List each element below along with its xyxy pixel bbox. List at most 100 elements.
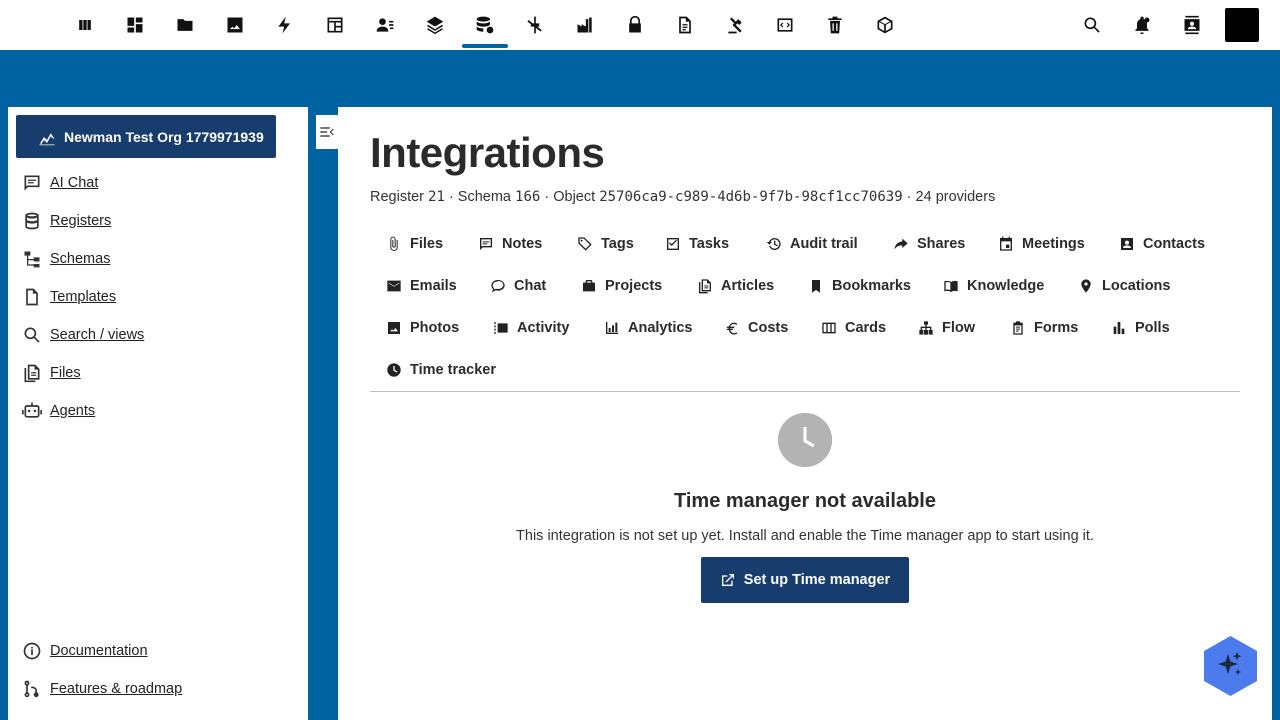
- empty-state-description: This integration is not set up yet. Inst…: [516, 528, 1094, 544]
- checkbox-icon: [667, 238, 679, 250]
- sidebar-item-schemas[interactable]: Schemas: [22, 247, 110, 271]
- sidebar-item-search-views[interactable]: Search / views: [22, 323, 144, 347]
- tab-time-tracker[interactable]: Time tracker: [386, 357, 496, 383]
- tab-notes[interactable]: Notes: [478, 231, 542, 257]
- collapse-menu-icon: [320, 127, 334, 137]
- sidebar-item-features-roadmap[interactable]: Features & roadmap: [22, 677, 182, 701]
- notifications-icon[interactable]: [1121, 0, 1163, 50]
- document-icon[interactable]: [662, 0, 708, 50]
- sidebar-item-registers[interactable]: Registers: [22, 209, 111, 233]
- file-icon: [26, 288, 38, 306]
- info-icon: [23, 642, 41, 660]
- sidebar-item-templates[interactable]: Templates: [22, 285, 116, 309]
- tab-projects[interactable]: Projects: [581, 273, 662, 299]
- tab-contacts[interactable]: Contacts: [1119, 231, 1205, 257]
- setup-time-manager-button[interactable]: Set up Time manager: [701, 557, 909, 603]
- tab-label: Files: [410, 236, 444, 252]
- collapse-sidebar-button[interactable]: [316, 115, 338, 149]
- sidebar-item-agents[interactable]: Agents: [22, 399, 95, 423]
- tab-forms[interactable]: Forms: [1010, 315, 1078, 341]
- register-label: Register: [370, 189, 424, 205]
- tab-emails[interactable]: Emails: [386, 273, 457, 299]
- sidebar-item-label: Features & roadmap: [50, 681, 183, 697]
- tab-label: Contacts: [1143, 236, 1206, 252]
- org-switcher-button[interactable]: Newman Test Org 1779971939: [16, 115, 276, 158]
- image-icon[interactable]: [212, 0, 258, 50]
- tab-bookmarks[interactable]: Bookmarks: [808, 273, 911, 299]
- layers-icon[interactable]: [412, 0, 458, 50]
- sidebar-item-documentation[interactable]: Documentation: [22, 639, 148, 663]
- book-icon: [944, 280, 958, 292]
- photo-icon: [388, 322, 400, 334]
- robot-icon: [22, 402, 42, 418]
- bar-chart-icon: [606, 322, 618, 334]
- sidebar-item-files[interactable]: Files: [22, 361, 81, 385]
- folder-icon[interactable]: [162, 0, 208, 50]
- columns-icon[interactable]: [62, 0, 108, 50]
- factory-icon[interactable]: [562, 0, 608, 50]
- main-content: Integrations Register 21 · Schema 166 · …: [338, 107, 1272, 720]
- tab-tags[interactable]: Tags: [577, 231, 634, 257]
- sidebar-item-label: Registers: [50, 213, 112, 229]
- tag-icon: [578, 237, 592, 251]
- contacts-list-icon[interactable]: [362, 0, 408, 50]
- tab-label: Notes: [502, 236, 543, 252]
- location-pin-icon: [1081, 279, 1091, 293]
- ai-assistant-button[interactable]: [1204, 636, 1257, 696]
- tab-label: Audit trail: [790, 236, 858, 252]
- schema-tree-icon: [24, 251, 40, 268]
- tab-label: Photos: [410, 320, 460, 336]
- dashboard-icon[interactable]: [112, 0, 158, 50]
- trash-icon[interactable]: [812, 0, 858, 50]
- tab-label: Time tracker: [410, 362, 496, 378]
- tab-activity[interactable]: Activity: [493, 315, 569, 341]
- tab-articles[interactable]: Articles: [697, 273, 774, 299]
- flow-icon: [919, 321, 933, 335]
- sidebar-item-label: AI Chat: [50, 175, 99, 191]
- sidebar: Newman Test Org 1779971939 AI Chat Regis…: [8, 107, 308, 720]
- tab-files[interactable]: Files: [386, 231, 443, 257]
- poll-icon: [1113, 322, 1125, 334]
- clock-icon: [387, 363, 401, 377]
- tab-meetings[interactable]: Meetings: [998, 231, 1085, 257]
- external-link-icon: [721, 574, 734, 586]
- schema-label: Schema: [457, 189, 511, 205]
- sidebar-item-label: Search / views: [50, 327, 145, 343]
- search-icon: [24, 327, 40, 343]
- tab-audit-trail[interactable]: Audit trail: [766, 231, 858, 257]
- tab-locations[interactable]: Locations: [1078, 273, 1170, 299]
- tab-photos[interactable]: Photos: [386, 315, 459, 341]
- code-window-icon[interactable]: [762, 0, 808, 50]
- tab-analytics[interactable]: Analytics: [604, 315, 692, 341]
- contacts-icon[interactable]: [1171, 0, 1213, 50]
- gavel-icon[interactable]: [712, 0, 758, 50]
- share-icon: [894, 238, 908, 250]
- tab-label: Knowledge: [967, 278, 1045, 294]
- search-icon[interactable]: [1071, 0, 1113, 50]
- tab-tasks[interactable]: Tasks: [665, 231, 729, 257]
- tab-knowledge[interactable]: Knowledge: [943, 273, 1044, 299]
- database-settings-icon[interactable]: [462, 0, 508, 50]
- register-value: 21: [428, 189, 445, 205]
- tab-shares[interactable]: Shares: [893, 231, 965, 257]
- table-icon[interactable]: [312, 0, 358, 50]
- tab-chat[interactable]: Chat: [490, 273, 546, 299]
- meta-separator: ·: [906, 189, 912, 205]
- tab-polls[interactable]: Polls: [1111, 315, 1170, 341]
- tab-label: Emails: [410, 278, 457, 294]
- avatar[interactable]: [1225, 8, 1259, 42]
- tab-flow[interactable]: Flow: [918, 315, 975, 341]
- tab-cards[interactable]: Cards: [821, 315, 886, 341]
- paperclip-icon: [390, 236, 398, 251]
- briefcase-icon: [583, 280, 595, 292]
- clock-icon: [778, 413, 832, 467]
- empty-state-title: Time manager not available: [674, 490, 936, 512]
- crossed-tool-icon[interactable]: [512, 0, 558, 50]
- lightning-icon[interactable]: [262, 0, 308, 50]
- sidebar-item-ai-chat[interactable]: AI Chat: [22, 171, 98, 195]
- tab-costs[interactable]: Costs: [724, 315, 788, 341]
- lock-icon[interactable]: [612, 0, 658, 50]
- form-icon: [1013, 321, 1023, 335]
- cube-icon[interactable]: [862, 0, 908, 50]
- chat-icon: [24, 175, 40, 191]
